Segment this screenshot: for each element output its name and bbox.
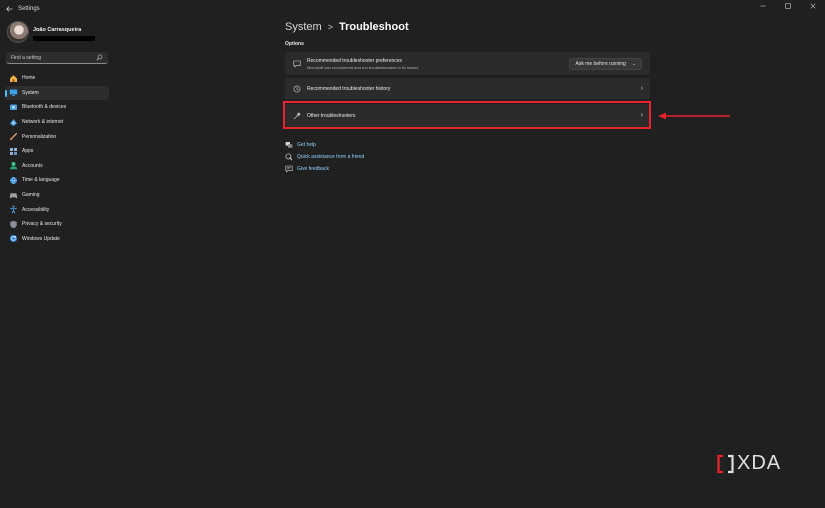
gamepad-icon bbox=[9, 191, 18, 200]
highlight-box bbox=[283, 101, 651, 129]
search-box[interactable]: Find a setting bbox=[6, 52, 108, 64]
close-icon bbox=[809, 3, 816, 9]
help-icon bbox=[285, 141, 293, 149]
sidebar-item-label: Accessibility bbox=[22, 206, 50, 213]
page-title: Troubleshoot bbox=[338, 21, 409, 33]
sidebar-item-label: Network & internet bbox=[22, 119, 64, 126]
avatar bbox=[7, 21, 29, 43]
sidebar-item-gaming[interactable]: Gaming bbox=[5, 188, 109, 203]
home-icon bbox=[9, 74, 18, 83]
maximize-button[interactable] bbox=[775, 0, 800, 12]
brush-icon bbox=[9, 132, 18, 141]
system-icon bbox=[9, 88, 18, 97]
maximize-icon bbox=[784, 3, 791, 9]
sidebar-item-label: Apps bbox=[22, 148, 34, 155]
section-label-options: Options bbox=[285, 41, 304, 47]
sidebar-item-time-language[interactable]: Time & language bbox=[5, 173, 109, 188]
globe-icon bbox=[9, 176, 18, 185]
sidebar-item-privacy[interactable]: Privacy & security bbox=[5, 217, 109, 232]
sidebar-item-system[interactable]: System bbox=[5, 85, 109, 101]
network-icon bbox=[9, 118, 18, 127]
sidebar-item-apps[interactable]: Apps bbox=[5, 144, 109, 159]
give-feedback-link[interactable]: Give feedback bbox=[285, 163, 364, 175]
help-links: Get help Quick assistance from a friend … bbox=[285, 139, 364, 175]
help-link-label: Quick assistance from a friend bbox=[297, 154, 365, 160]
sidebar-item-bluetooth[interactable]: Bluetooth & devices bbox=[5, 100, 109, 115]
breadcrumb: System > Troubleshoot bbox=[285, 21, 409, 33]
card-title: Recommended troubleshooter history bbox=[307, 85, 391, 92]
dropdown-value: Ask me before running bbox=[575, 60, 626, 67]
minimize-button[interactable] bbox=[750, 0, 775, 12]
sidebar-item-accessibility[interactable]: Accessibility bbox=[5, 202, 109, 217]
sidebar-item-label: Home bbox=[22, 75, 36, 82]
title-bar: Settings bbox=[0, 0, 825, 17]
update-icon bbox=[9, 234, 18, 243]
user-profile[interactable]: João Carrasqueira bbox=[7, 21, 95, 43]
help-link-label: Give feedback bbox=[297, 166, 329, 172]
profile-name: João Carrasqueira bbox=[33, 27, 82, 33]
sidebar-item-windows-update[interactable]: Windows Update bbox=[5, 232, 109, 247]
window-controls bbox=[750, 0, 825, 12]
troubleshooter-preferences-card: Recommended troubleshooter preferences M… bbox=[285, 52, 650, 75]
sidebar-item-personalization[interactable]: Personalization bbox=[5, 129, 109, 144]
quick-assist-icon bbox=[285, 153, 293, 161]
minimize-icon bbox=[760, 5, 765, 7]
sidebar-item-label: Gaming bbox=[22, 192, 40, 199]
chevron-down-icon: ⌄ bbox=[631, 60, 636, 67]
card-subtitle: Microsoft can recommend and run troubles… bbox=[307, 64, 419, 70]
sidebar-item-label: System bbox=[22, 89, 39, 96]
breadcrumb-parent[interactable]: System bbox=[285, 21, 322, 33]
history-icon bbox=[292, 84, 301, 93]
sidebar-item-accounts[interactable]: Accounts bbox=[5, 159, 109, 174]
sidebar-item-label: Windows Update bbox=[22, 235, 60, 242]
help-link-label: Get help bbox=[297, 142, 316, 148]
search-input[interactable]: Find a setting bbox=[11, 55, 41, 61]
back-arrow-icon bbox=[5, 5, 12, 12]
sidebar-item-label: Privacy & security bbox=[22, 221, 62, 228]
feedback-icon bbox=[285, 165, 293, 173]
get-help-link[interactable]: Get help bbox=[285, 139, 364, 151]
back-button[interactable] bbox=[0, 0, 18, 17]
sidebar-nav: Home System Bluetooth & devices Network … bbox=[5, 71, 109, 246]
sidebar-item-label: Bluetooth & devices bbox=[22, 104, 67, 111]
bluetooth-icon bbox=[9, 103, 18, 112]
accounts-icon bbox=[9, 161, 18, 170]
sidebar-item-network[interactable]: Network & internet bbox=[5, 115, 109, 130]
accessibility-icon bbox=[9, 205, 18, 214]
troubleshooter-preference-dropdown[interactable]: Ask me before running ⌄ bbox=[569, 57, 642, 70]
quick-assistance-link[interactable]: Quick assistance from a friend bbox=[285, 151, 364, 163]
chevron-right-icon: › bbox=[640, 85, 643, 92]
watermark-text: XDA bbox=[737, 452, 782, 474]
sidebar-item-home[interactable]: Home bbox=[5, 71, 109, 86]
card-title: Recommended troubleshooter preferences bbox=[307, 57, 403, 64]
close-button[interactable] bbox=[800, 0, 825, 12]
search-icon bbox=[96, 54, 103, 61]
chat-icon bbox=[292, 59, 301, 68]
app-title: Settings bbox=[18, 5, 40, 12]
sidebar-item-label: Time & language bbox=[22, 177, 60, 184]
apps-icon bbox=[9, 147, 18, 156]
redacted-email bbox=[33, 36, 95, 41]
xda-watermark: XDA bbox=[717, 452, 781, 475]
sidebar-item-label: Personalization bbox=[22, 133, 57, 140]
annotation-arrow-icon bbox=[658, 112, 730, 120]
xda-logo-icon bbox=[717, 454, 734, 473]
troubleshooter-history-card[interactable]: Recommended troubleshooter history › bbox=[285, 78, 650, 99]
sidebar-item-label: Accounts bbox=[22, 162, 43, 169]
breadcrumb-separator: > bbox=[327, 22, 333, 32]
shield-icon bbox=[9, 220, 18, 229]
